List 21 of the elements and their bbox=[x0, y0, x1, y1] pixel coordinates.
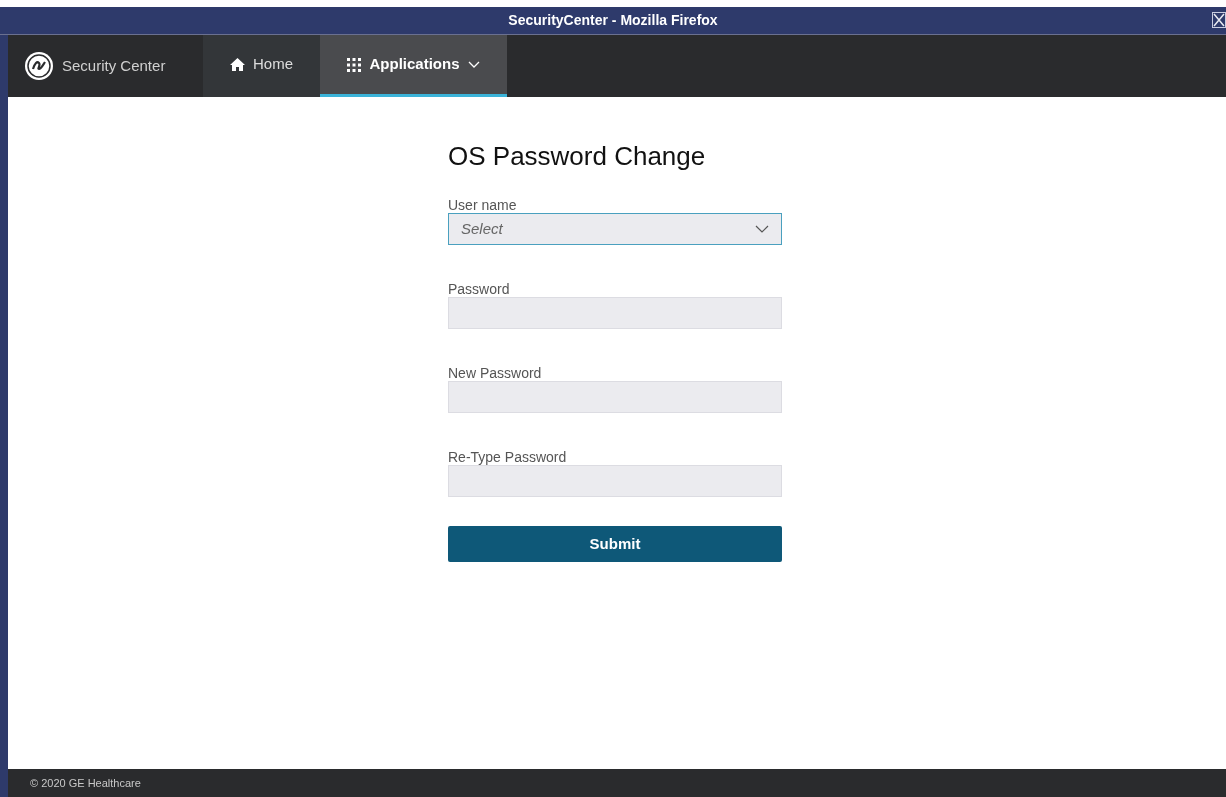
brand-name: Security Center bbox=[62, 55, 166, 76]
submit-button[interactable]: Submit bbox=[448, 526, 782, 562]
home-icon bbox=[230, 58, 245, 71]
user-select[interactable]: Select bbox=[448, 213, 782, 245]
nav-tab[interactable]: Applications bbox=[320, 35, 507, 97]
chevron-down-icon bbox=[467, 61, 480, 68]
nav-tab[interactable]: Home bbox=[203, 35, 320, 97]
field-label: Re-Type Password bbox=[448, 449, 568, 465]
password-field[interactable] bbox=[448, 465, 782, 497]
field-label: User name bbox=[448, 197, 518, 213]
form-title: OS Password Change bbox=[448, 140, 707, 173]
field-label: Password bbox=[448, 281, 511, 297]
chevron-down-icon bbox=[755, 225, 769, 233]
close-button[interactable] bbox=[1212, 12, 1226, 28]
copyright-text: © 2020 GE Healthcare bbox=[30, 775, 141, 791]
logo-icon bbox=[24, 51, 54, 81]
field-label: New Password bbox=[448, 365, 543, 381]
password-field[interactable] bbox=[448, 297, 782, 329]
grid-icon bbox=[347, 57, 362, 72]
window-title: SecurityCenter - Mozilla Firefox bbox=[508, 11, 718, 30]
password-field[interactable] bbox=[448, 381, 782, 413]
